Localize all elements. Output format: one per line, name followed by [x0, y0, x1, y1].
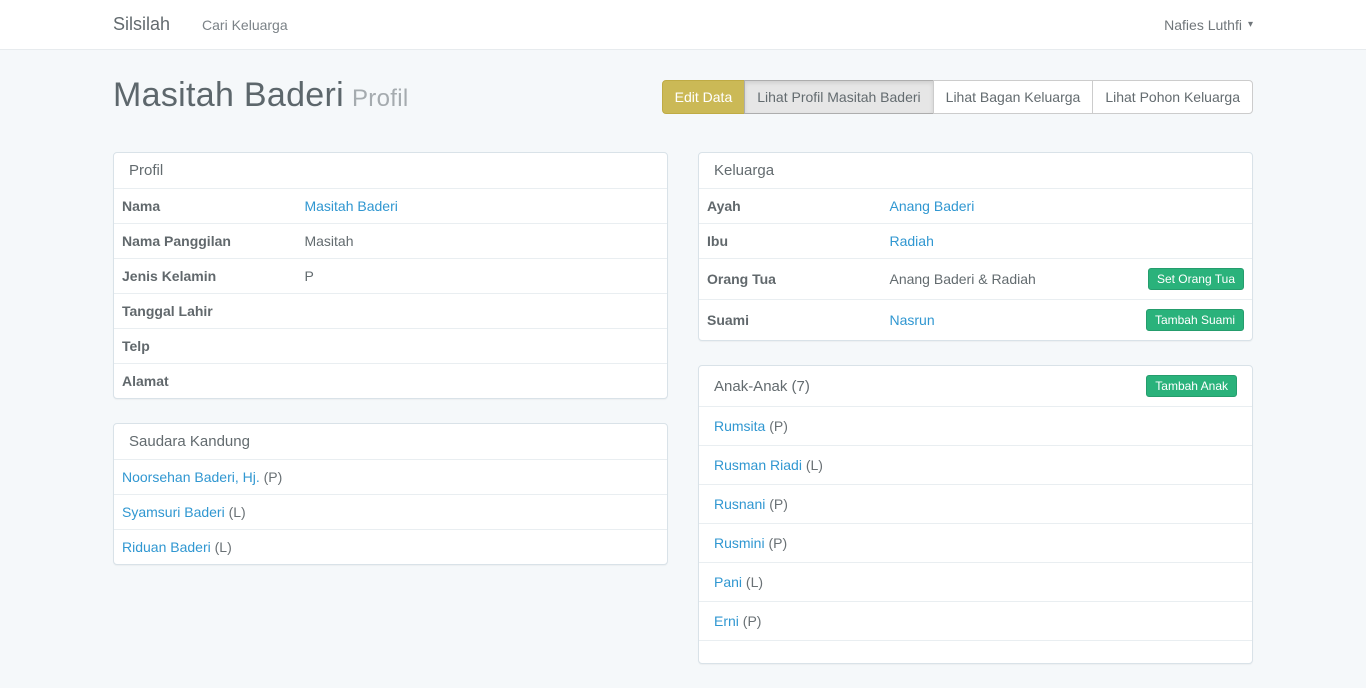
- gender-label: (P): [769, 418, 788, 434]
- saudara-kandung-list: Noorsehan Baderi, Hj. (P) Syamsuri Bader…: [114, 460, 667, 564]
- navbar: Silsilah Cari Keluarga Nafies Luthfi ▾: [0, 0, 1366, 50]
- gender-label: (P): [769, 496, 788, 512]
- profil-panel: Profil Nama Masitah Baderi Nama Panggila…: [113, 152, 668, 399]
- row-action-cell: Set Orang Tua: [1138, 259, 1252, 300]
- tambah-suami-button[interactable]: Tambah Suami: [1146, 309, 1244, 331]
- field-value: Anang Baderi & Radiah: [881, 259, 1137, 300]
- field-label: Nama: [114, 189, 296, 224]
- user-menu[interactable]: Nafies Luthfi ▾: [1164, 17, 1253, 33]
- list-item-partial: [699, 640, 1252, 663]
- set-orang-tua-button[interactable]: Set Orang Tua: [1148, 268, 1244, 290]
- list-item: Rumsita (P): [699, 407, 1252, 445]
- list-item: Rusnani (P): [699, 484, 1252, 523]
- list-item: Syamsuri Baderi (L): [114, 494, 667, 529]
- keluarga-panel: Keluarga Ayah Anang Baderi Ibu Radiah Or…: [698, 152, 1253, 341]
- keluarga-panel-title: Keluarga: [699, 153, 1252, 189]
- caret-down-icon: ▾: [1248, 20, 1253, 30]
- tambah-anak-button[interactable]: Tambah Anak: [1146, 375, 1237, 397]
- table-row: Nama Masitah Baderi: [114, 189, 667, 224]
- list-item: Riduan Baderi (L): [114, 529, 667, 564]
- profil-table: Nama Masitah Baderi Nama Panggilan Masit…: [114, 189, 667, 398]
- anak-anak-panel: Anak-Anak (7) Tambah Anak Rumsita (P) Ru…: [698, 365, 1253, 664]
- table-row: Alamat: [114, 364, 667, 399]
- profil-panel-title: Profil: [114, 153, 667, 189]
- row-action-cell: Tambah Suami: [1138, 300, 1252, 341]
- gender-label: (P): [743, 613, 762, 629]
- saudara-kandung-panel: Saudara Kandung Noorsehan Baderi, Hj. (P…: [113, 423, 668, 565]
- gender-label: (L): [229, 504, 246, 520]
- person-link[interactable]: Pani: [714, 574, 742, 590]
- keluarga-table: Ayah Anang Baderi Ibu Radiah Orang Tua A…: [699, 189, 1252, 340]
- page-title: Masitah Baderi Profil: [113, 76, 408, 118]
- gender-label: (L): [215, 539, 232, 555]
- field-label: Ayah: [699, 189, 881, 224]
- table-row: Suami Nasrun Tambah Suami: [699, 300, 1252, 341]
- anak-anak-panel-title: Anak-Anak (7): [714, 378, 810, 395]
- field-label: Suami: [699, 300, 881, 341]
- row-action-cell: [1138, 189, 1252, 224]
- table-row: Telp: [114, 329, 667, 364]
- view-profile-button[interactable]: Lihat Profil Masitah Baderi: [744, 80, 933, 114]
- person-link[interactable]: Anang Baderi: [889, 198, 974, 214]
- list-item: Erni (P): [699, 601, 1252, 640]
- person-link[interactable]: Erni: [714, 613, 739, 629]
- table-row: Jenis Kelamin P: [114, 259, 667, 294]
- field-value: Masitah: [296, 224, 667, 259]
- right-column: Keluarga Ayah Anang Baderi Ibu Radiah Or…: [698, 152, 1253, 688]
- field-value: [296, 329, 667, 364]
- field-value: [296, 294, 667, 329]
- field-label: Telp: [114, 329, 296, 364]
- content: Profil Nama Masitah Baderi Nama Panggila…: [113, 152, 1253, 688]
- field-label: Tanggal Lahir: [114, 294, 296, 329]
- field-label: Orang Tua: [699, 259, 881, 300]
- left-column: Profil Nama Masitah Baderi Nama Panggila…: [113, 152, 668, 688]
- view-family-tree-button[interactable]: Lihat Pohon Keluarga: [1092, 80, 1253, 114]
- table-row: Ayah Anang Baderi: [699, 189, 1252, 224]
- field-label: Nama Panggilan: [114, 224, 296, 259]
- list-item: Noorsehan Baderi, Hj. (P): [114, 460, 667, 494]
- page-header: Masitah Baderi Profil Edit Data Lihat Pro…: [113, 76, 1253, 118]
- anak-anak-panel-heading: Anak-Anak (7) Tambah Anak: [699, 366, 1252, 407]
- person-link[interactable]: Rusmini: [714, 535, 765, 551]
- nav-item-cari-keluarga[interactable]: Cari Keluarga: [202, 17, 288, 33]
- person-link[interactable]: Rumsita: [714, 418, 765, 434]
- list-item: Rusman Riadi (L): [699, 445, 1252, 484]
- user-menu-label: Nafies Luthfi: [1164, 17, 1242, 33]
- field-value: P: [296, 259, 667, 294]
- list-item: Pani (L): [699, 562, 1252, 601]
- person-link[interactable]: Rusman Riadi: [714, 457, 802, 473]
- person-name: Masitah Baderi: [113, 76, 344, 114]
- profile-action-group: Edit Data Lihat Profil Masitah Baderi Li…: [662, 80, 1253, 114]
- table-row: Ibu Radiah: [699, 224, 1252, 259]
- table-row: Nama Panggilan Masitah: [114, 224, 667, 259]
- list-item: Rusmini (P): [699, 523, 1252, 562]
- brand-link[interactable]: Silsilah: [113, 14, 170, 35]
- field-value: [296, 364, 667, 399]
- table-row: Orang Tua Anang Baderi & Radiah Set Oran…: [699, 259, 1252, 300]
- person-link[interactable]: Noorsehan Baderi, Hj.: [122, 469, 260, 485]
- field-label: Jenis Kelamin: [114, 259, 296, 294]
- person-link[interactable]: Riduan Baderi: [122, 539, 211, 555]
- anak-anak-list: Rumsita (P) Rusman Riadi (L) Rusnani (P)…: [699, 407, 1252, 663]
- person-link[interactable]: Radiah: [889, 233, 933, 249]
- person-link[interactable]: Nasrun: [889, 312, 934, 328]
- person-link[interactable]: Masitah Baderi: [304, 198, 397, 214]
- field-label: Alamat: [114, 364, 296, 399]
- person-link[interactable]: Rusnani: [714, 496, 765, 512]
- person-link[interactable]: Syamsuri Baderi: [122, 504, 225, 520]
- gender-label: (L): [746, 574, 763, 590]
- table-row: Tanggal Lahir: [114, 294, 667, 329]
- gender-label: (P): [768, 535, 787, 551]
- page-subtitle: Profil: [352, 85, 408, 112]
- view-family-chart-button[interactable]: Lihat Bagan Keluarga: [933, 80, 1094, 114]
- saudara-kandung-panel-title: Saudara Kandung: [114, 424, 667, 460]
- row-action-cell: [1138, 224, 1252, 259]
- edit-data-button[interactable]: Edit Data: [662, 80, 746, 114]
- field-label: Ibu: [699, 224, 881, 259]
- gender-label: (L): [806, 457, 823, 473]
- gender-label: (P): [264, 469, 283, 485]
